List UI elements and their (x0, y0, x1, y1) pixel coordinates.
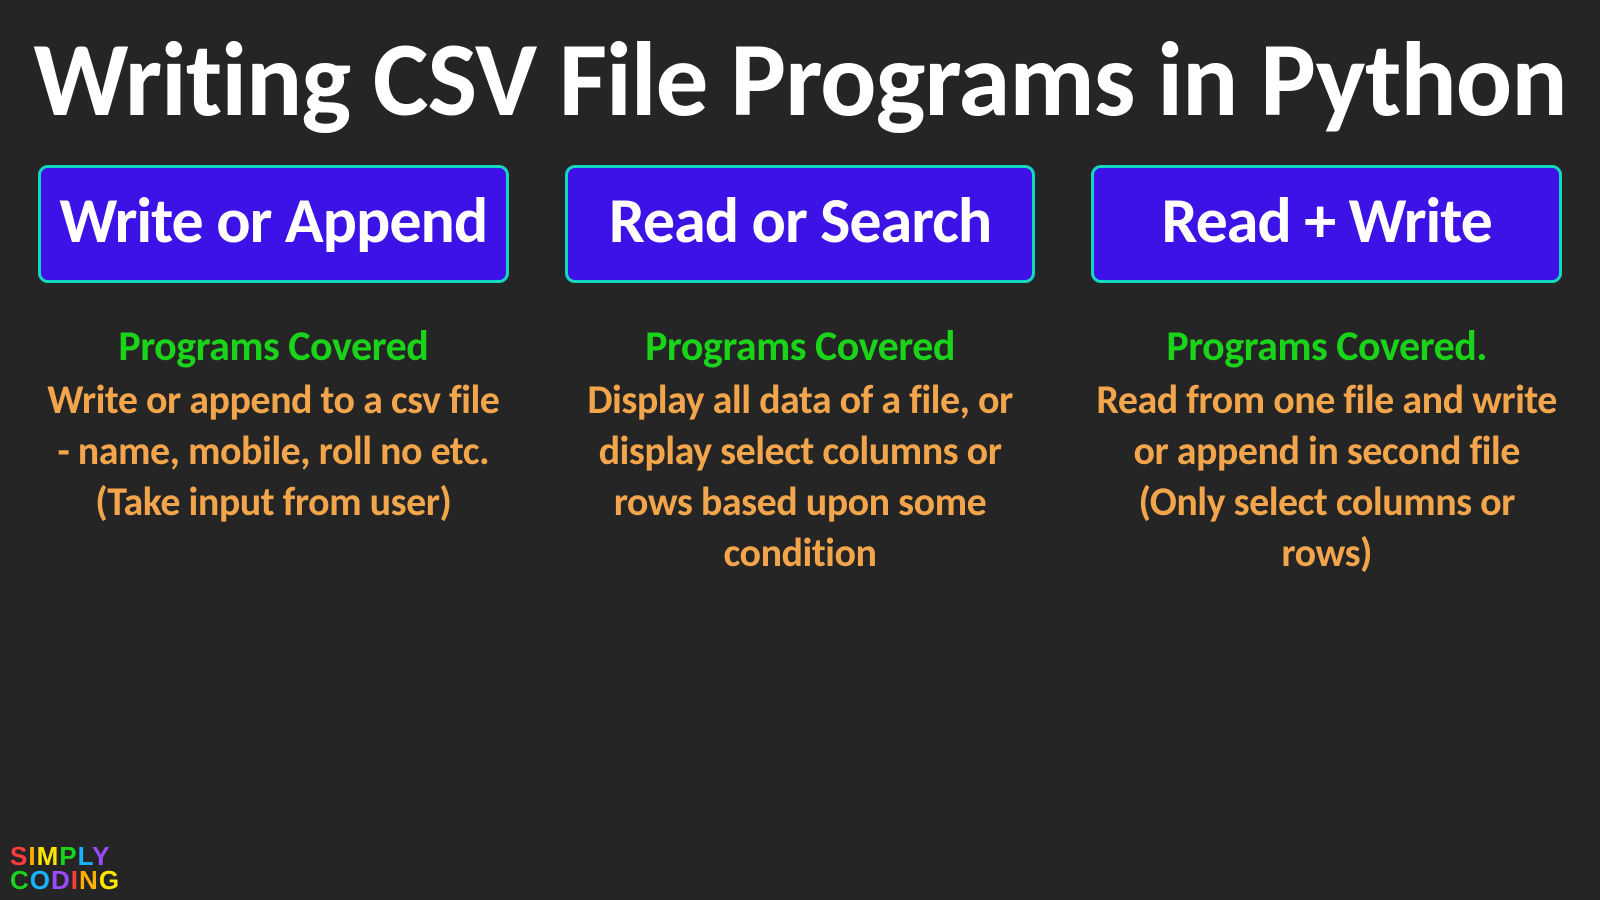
column-2: Read or Search Programs Covered Display … (565, 165, 1036, 578)
slide-title: Writing CSV File Programs in Python (0, 0, 1600, 155)
desc-2: Display all data of a file, or display s… (565, 374, 1036, 579)
desc-1: Write or append to a csv file - name, mo… (38, 374, 509, 528)
subhead-2: Programs Covered (645, 321, 955, 372)
desc-3: Read from one file and write or append i… (1091, 374, 1562, 579)
brand-logo: SIMPLY CODING (10, 845, 120, 892)
column-1: Write or Append Programs Covered Write o… (38, 165, 509, 578)
card-read-search: Read or Search (565, 165, 1036, 283)
card-read-write: Read + Write (1091, 165, 1562, 283)
card-write-append: Write or Append (38, 165, 509, 283)
subhead-3: Programs Covered. (1166, 321, 1487, 372)
column-3: Read + Write Programs Covered. Read from… (1091, 165, 1562, 578)
subhead-1: Programs Covered (118, 321, 428, 372)
columns-container: Write or Append Programs Covered Write o… (0, 155, 1600, 578)
